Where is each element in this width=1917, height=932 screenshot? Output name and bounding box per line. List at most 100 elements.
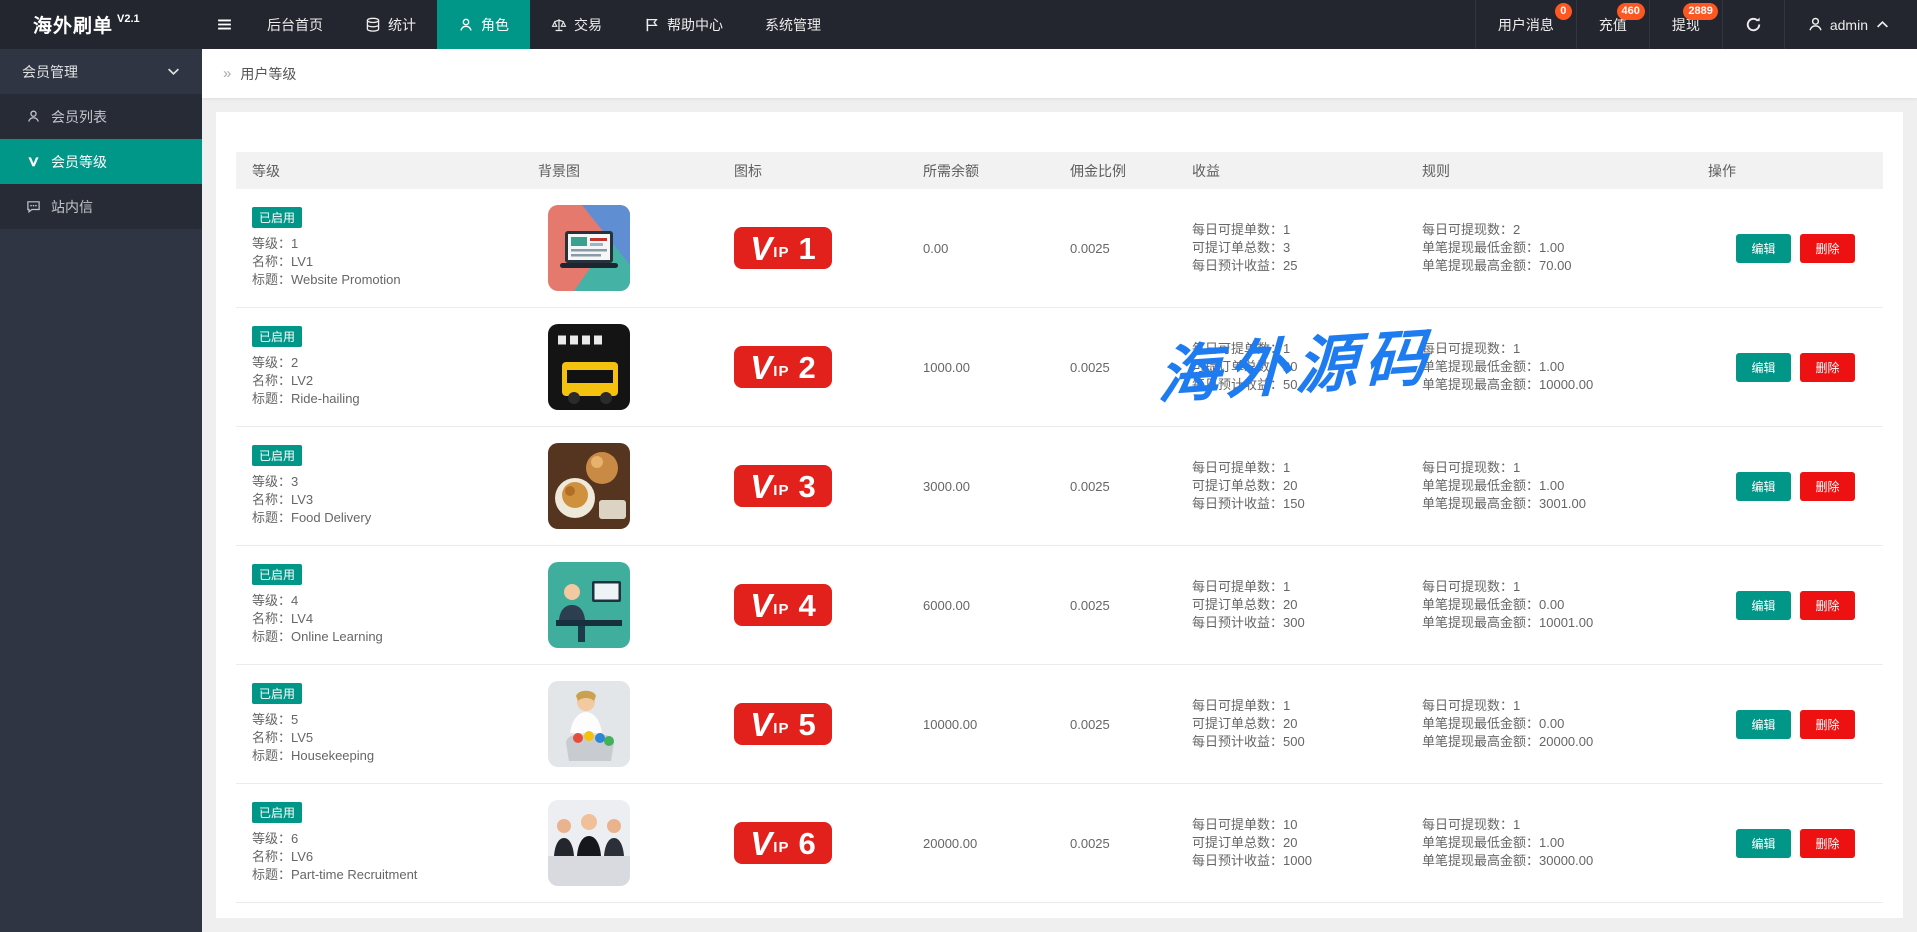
edit-button[interactable]: 编辑 [1736,472,1791,501]
daily-orders-line: 每日可提单数：1 [1192,578,1290,596]
level-cell: 已启用 等级：1 名称：LV1 标题：Website Promotion [236,189,522,307]
delete-button[interactable]: 删除 [1800,829,1855,858]
max-withdraw-line: 单笔提现最高金额：70.00 [1422,257,1572,275]
nav-item-label: 后台首页 [267,15,323,35]
vip-ip-glyph: IP [773,601,789,618]
required-balance: 1000.00 [923,360,970,375]
income-cell: 每日可提单数：1 可提订单总数：3 每日预计收益：25 [1176,189,1406,307]
icon-cell: V IP 1 [718,189,907,307]
level-line: 等级：4 [252,592,298,610]
vip-level-number: 3 [798,471,815,502]
breadcrumb-bar: » 用户等级 [202,49,1917,98]
daily-profit-line: 每日预计收益：25 [1192,257,1297,275]
message-icon [25,199,41,214]
level-cell: 未启用 [236,903,522,918]
sidebar-item-label: 站内信 [51,197,93,217]
v-letter-icon [25,154,41,169]
edit-button[interactable]: 编辑 [1736,710,1791,739]
total-orders-line: 可提订单总数：3 [1192,239,1290,257]
vip-ip-glyph: IP [773,244,789,261]
operations-cell: 编辑 删除 [1692,903,1883,918]
table-row: 已启用 等级：6 名称：LV6 标题：Part-time Recruitment… [236,784,1883,903]
delete-button[interactable]: 删除 [1800,234,1855,263]
app-version: V2.1 [117,13,140,25]
main-area: » 用户等级 等级背景图图标所需余额佣金比例收益规则操作 已启用 等级：1 名称… [202,49,1917,932]
table-header: 等级背景图图标所需余额佣金比例收益规则操作 [236,152,1883,189]
nav-item-label: 统计 [388,15,416,35]
admin-username: admin [1830,17,1868,33]
nav-item-6[interactable]: 系统管理 [744,0,842,49]
delete-button[interactable]: 删除 [1800,710,1855,739]
commission-ratio: 0.0025 [1070,479,1110,494]
daily-profit-line: 每日预计收益：150 [1192,495,1305,513]
delete-button[interactable]: 删除 [1800,591,1855,620]
status-badge: 已启用 [252,564,302,585]
total-orders-line: 可提订单总数：20 [1192,834,1297,852]
edit-button[interactable]: 编辑 [1736,591,1791,620]
name-line: 名称：LV5 [252,729,313,747]
edit-button[interactable]: 编辑 [1736,234,1791,263]
required-balance: 10000.00 [923,717,977,732]
icon-cell: V IP 5 [718,665,907,783]
rules-cell: 每日可提现数：1 单笔提现最低金额：1.00 单笔提现最高金额：30000.00 [1406,784,1692,902]
vip-v-glyph: V [750,827,772,860]
income-cell [1176,903,1406,918]
nav-right-item-1[interactable]: 用户消息0 [1475,0,1576,49]
table-row: 已启用 等级：3 名称：LV3 标题：Food Delivery V IP 3 … [236,427,1883,546]
required-balance: 0.00 [923,241,948,256]
delete-button[interactable]: 删除 [1800,472,1855,501]
admin-menu[interactable]: admin [1784,0,1917,49]
rules-cell: 每日可提现数：1 单笔提现最低金额：0.00 单笔提现最高金额：10001.00 [1406,546,1692,664]
nav-right-item-3[interactable]: 提现2889 [1649,0,1722,49]
nav-item-1[interactable]: 后台首页 [246,0,344,49]
edit-button[interactable]: 编辑 [1736,829,1791,858]
min-withdraw-line: 单笔提现最低金额：0.00 [1422,715,1564,733]
sidebar-group-member-management[interactable]: 会员管理 [0,49,202,94]
database-icon [365,17,381,33]
delete-button[interactable]: 删除 [1800,353,1855,382]
commission-cell: 0.0025 [1054,546,1176,664]
daily-withdraw-line: 每日可提现数：1 [1422,340,1520,358]
daily-orders-line: 每日可提单数：10 [1192,816,1297,834]
required-balance-cell: 20000.00 [907,784,1054,902]
sidebar-item-label: 会员列表 [51,107,107,127]
required-balance-cell: 0.00 [907,189,1054,307]
edit-button[interactable]: 编辑 [1736,353,1791,382]
daily-withdraw-line: 每日可提现数：1 [1422,697,1520,715]
column-header-5: 佣金比例 [1054,161,1176,181]
commission-cell: 0.0025 [1054,427,1176,545]
sidebar-item-2[interactable]: 会员等级 [0,139,202,184]
vip-v-glyph: V [750,708,772,741]
background-image-cell [522,665,718,783]
level-line: 等级：1 [252,235,298,253]
income-cell: 每日可提单数：1 可提订单总数：20 每日预计收益：500 [1176,665,1406,783]
table-card: 等级背景图图标所需余额佣金比例收益规则操作 已启用 等级：1 名称：LV1 标题… [216,112,1903,918]
nav-item-4[interactable]: 交易 [530,0,623,49]
refresh-button[interactable] [1722,0,1784,49]
daily-orders-line: 每日可提单数：1 [1192,459,1290,477]
hamburger-icon[interactable] [202,0,246,49]
scales-icon [551,17,567,33]
operations-cell: 编辑 删除 [1692,427,1883,545]
background-image [548,324,630,410]
vip-v-glyph: V [750,232,772,265]
sidebar-item-1[interactable]: 会员列表 [0,94,202,139]
daily-orders-line: 每日可提单数：1 [1192,340,1290,358]
nav-right-item-2[interactable]: 充值460 [1576,0,1649,49]
table-row: 已启用 等级：2 名称：LV2 标题：Ride-hailing V IP 2 1… [236,308,1883,427]
vip-badge: V IP 3 [734,465,832,507]
app-title: 海外刷单 [33,11,113,38]
required-balance: 6000.00 [923,598,970,613]
required-balance-cell: 10000.00 [907,665,1054,783]
flag-icon [644,17,660,33]
operations-cell: 编辑 删除 [1692,665,1883,783]
background-image [548,562,630,648]
nav-item-2[interactable]: 统计 [344,0,437,49]
nav-item-3[interactable]: 角色 [437,0,530,49]
max-withdraw-line: 单笔提现最高金额：20000.00 [1422,733,1593,751]
sidebar-item-3[interactable]: 站内信 [0,184,202,229]
vip-ip-glyph: IP [773,839,789,856]
nav-item-5[interactable]: 帮助中心 [623,0,744,49]
daily-profit-line: 每日预计收益：500 [1192,733,1305,751]
nav-item-label: 帮助中心 [667,15,723,35]
